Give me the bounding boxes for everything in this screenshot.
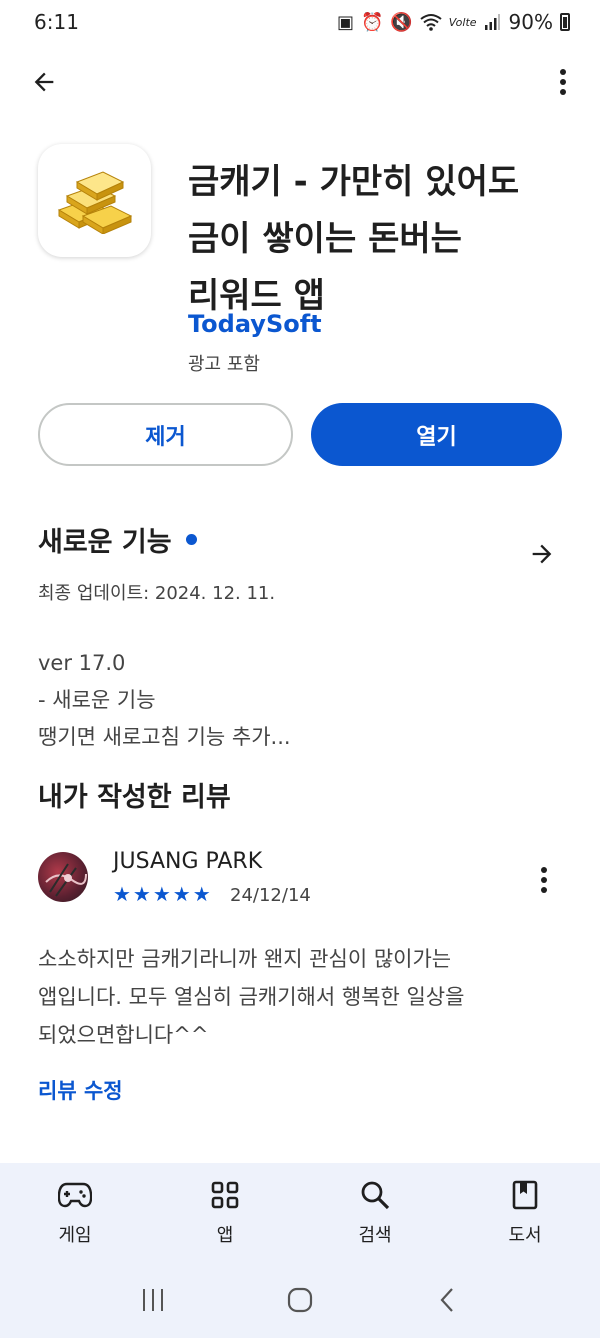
nav-label: 검색 <box>358 1225 392 1246</box>
review-more-button[interactable] <box>534 860 554 900</box>
bottom-navigation: 게임 앱 검색 도서 <box>0 1163 600 1261</box>
review-text-line: 앱입니다. 모두 열심히 금캐기해서 행복한 일상을 <box>38 985 465 1009</box>
gold-bars-icon <box>57 170 132 234</box>
last-updated-date: 최종 업데이트: 2024. 12. 11. <box>38 583 276 604</box>
status-time: 6:11 <box>34 10 79 34</box>
app-title-line: 금이 쌓이는 돈버는 <box>188 219 462 259</box>
reviewer-name: JUSANG PARK <box>113 849 263 874</box>
nav-label: 게임 <box>58 1225 92 1246</box>
back-button[interactable] <box>22 60 66 104</box>
whats-new-heading: 새로운 기능 <box>38 520 562 559</box>
wifi-icon <box>420 14 442 31</box>
app-icon <box>38 144 151 257</box>
review-text: 소소하지만 금캐기라니까 왠지 관심이 많이가는 앱입니다. 모두 열심히 금캐… <box>38 940 562 1054</box>
whats-new-section[interactable]: 새로운 기능 최종 업데이트: 2024. 12. 11. ver 17.0 -… <box>38 520 562 756</box>
review-text-line: 되었으면합니다^^ <box>38 1023 209 1047</box>
nav-label: 앱 <box>216 1225 234 1246</box>
system-back-button[interactable] <box>417 1275 477 1325</box>
arrow-back-icon <box>34 72 54 92</box>
nav-item-apps[interactable]: 앱 <box>165 1177 285 1247</box>
status-bar: 6:11 ▣ ⏰ 🔇 Volte 90% <box>0 0 600 44</box>
image-icon: ▣ <box>336 11 354 33</box>
search-icon <box>357 1177 393 1213</box>
alarm-icon: ⏰ <box>360 11 384 33</box>
recents-icon <box>143 1288 164 1311</box>
review-text-line: 소소하지만 금캐기라니까 왠지 관심이 많이가는 <box>38 947 452 971</box>
edit-review-link[interactable]: 리뷰 수정 <box>38 1075 123 1105</box>
top-app-bar <box>0 50 600 114</box>
battery-icon <box>560 13 570 31</box>
contains-ads-label: 광고 포함 <box>188 354 260 375</box>
new-indicator-dot <box>185 534 197 545</box>
volte-icon: Volte <box>448 15 477 29</box>
whats-new-arrow-button[interactable] <box>522 534 562 574</box>
open-button[interactable]: 열기 <box>311 403 562 466</box>
reviewer-row: JUSANG PARK ★★★★★ 24/12/14 <box>38 849 562 912</box>
app-title: 금캐기 - 가만히 있어도 금이 쌓이는 돈버는 리워드 앱 <box>188 154 568 325</box>
signal-icon <box>484 14 500 30</box>
developer-link[interactable]: TodaySoft <box>188 310 322 338</box>
more-vert-icon <box>560 69 566 95</box>
nav-label: 도서 <box>508 1225 542 1246</box>
nav-item-search[interactable]: 검색 <box>315 1177 435 1247</box>
uninstall-button[interactable]: 제거 <box>38 403 293 466</box>
arrow-forward-icon <box>532 544 552 564</box>
battery-percent: 90% <box>508 10 553 34</box>
release-notes: ver 17.0 - 새로운 기능 땡기면 새로고침 기능 추가... <box>38 645 562 756</box>
more-vert-icon <box>541 867 547 893</box>
whats-new-title: 새로운 기능 <box>38 527 172 558</box>
nav-item-games[interactable]: 게임 <box>15 1177 135 1247</box>
apps-grid-icon <box>207 1177 243 1213</box>
release-note-line: ver 17.0 <box>38 651 126 675</box>
back-icon <box>440 1287 453 1312</box>
my-review-heading: 내가 작성한 리뷰 <box>38 782 231 813</box>
home-button[interactable] <box>270 1275 330 1325</box>
app-title-line: 금캐기 - 가만히 있어도 <box>188 162 520 202</box>
release-note-line: 땡기면 새로고침 기능 추가... <box>38 725 291 749</box>
action-buttons: 제거 열기 <box>38 403 562 466</box>
release-note-line: - 새로운 기능 <box>38 688 156 712</box>
recents-button[interactable] <box>123 1275 183 1325</box>
nav-item-books[interactable]: 도서 <box>465 1177 585 1247</box>
book-icon <box>507 1177 543 1213</box>
status-icons: ▣ ⏰ 🔇 Volte 90% <box>337 10 570 34</box>
avatar <box>38 852 88 902</box>
star-rating: ★★★★★ <box>113 882 213 906</box>
system-navigation-bar <box>0 1261 600 1338</box>
home-icon <box>287 1287 313 1312</box>
review-date: 24/12/14 <box>230 885 311 906</box>
my-review-section: 내가 작성한 리뷰 JUSANG PARK ★★★★★ 24/12/14 소소하… <box>38 775 562 1103</box>
mute-icon: 🔇 <box>390 11 413 33</box>
gamepad-icon <box>57 1177 93 1213</box>
more-options-button[interactable] <box>548 60 578 104</box>
